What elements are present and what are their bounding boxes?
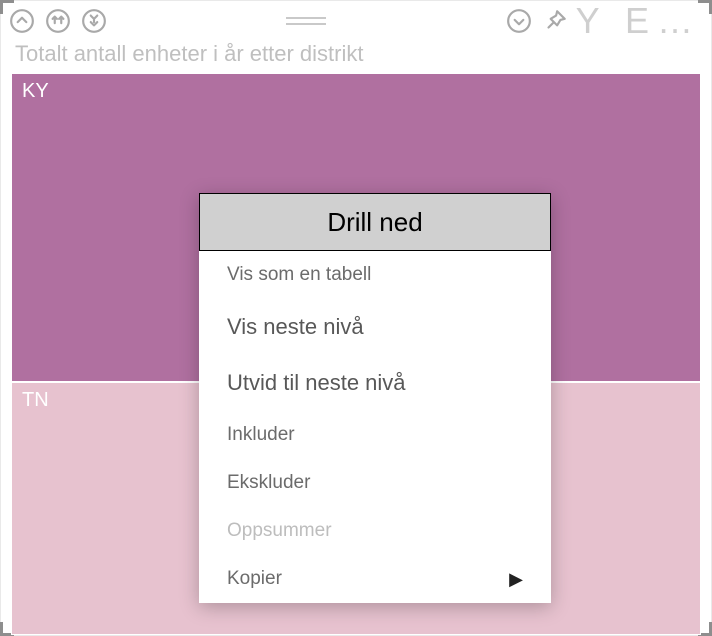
menu-label: Vis neste nivå bbox=[227, 314, 364, 340]
drag-handle-icon[interactable] bbox=[286, 17, 326, 25]
menu-show-next-level[interactable]: Vis neste nivå bbox=[199, 299, 551, 355]
chart-title: Totalt antall enheter i år etter distrik… bbox=[1, 41, 711, 73]
visual-toolbar: Y E… bbox=[1, 1, 711, 41]
context-menu: Drill ned Vis som en tabell Vis neste ni… bbox=[199, 193, 551, 603]
visual-frame: Y E… Totalt antall enheter i år etter di… bbox=[0, 0, 712, 636]
menu-expand-next-level[interactable]: Utvid til neste nivå bbox=[199, 355, 551, 411]
treemap-chart[interactable]: KY TN Drill ned Vis som en tabell Vis ne… bbox=[1, 73, 711, 635]
menu-copy[interactable]: Kopier ▶ bbox=[199, 555, 551, 603]
menu-label: Inkluder bbox=[227, 424, 295, 446]
expand-all-icon[interactable] bbox=[79, 6, 109, 36]
menu-label: Oppsummer bbox=[227, 520, 332, 542]
toolbar-spacer bbox=[115, 17, 498, 25]
chevron-right-icon: ▶ bbox=[509, 569, 523, 590]
focus-mode-icon[interactable] bbox=[504, 6, 534, 36]
menu-drill-down[interactable]: Drill ned bbox=[199, 193, 551, 251]
bar-label: TN bbox=[22, 389, 49, 411]
resize-handle-tr[interactable] bbox=[698, 0, 712, 14]
resize-handle-tl[interactable] bbox=[0, 0, 14, 14]
menu-summarize: Oppsummer bbox=[199, 507, 551, 555]
menu-include[interactable]: Inkluder bbox=[199, 411, 551, 459]
menu-label: Vis som en tabell bbox=[227, 264, 371, 286]
pin-icon[interactable] bbox=[540, 6, 570, 36]
collapsed-visual-title: Y E… bbox=[576, 0, 701, 42]
menu-exclude[interactable]: Ekskluder bbox=[199, 459, 551, 507]
menu-label: Drill ned bbox=[327, 207, 422, 238]
drill-down-mode-icon[interactable] bbox=[43, 6, 73, 36]
menu-label: Utvid til neste nivå bbox=[227, 370, 406, 396]
menu-label: Ekskluder bbox=[227, 472, 310, 494]
menu-show-as-table[interactable]: Vis som en tabell bbox=[199, 251, 551, 299]
bar-label: KY bbox=[22, 80, 49, 102]
menu-label: Kopier bbox=[227, 568, 282, 590]
